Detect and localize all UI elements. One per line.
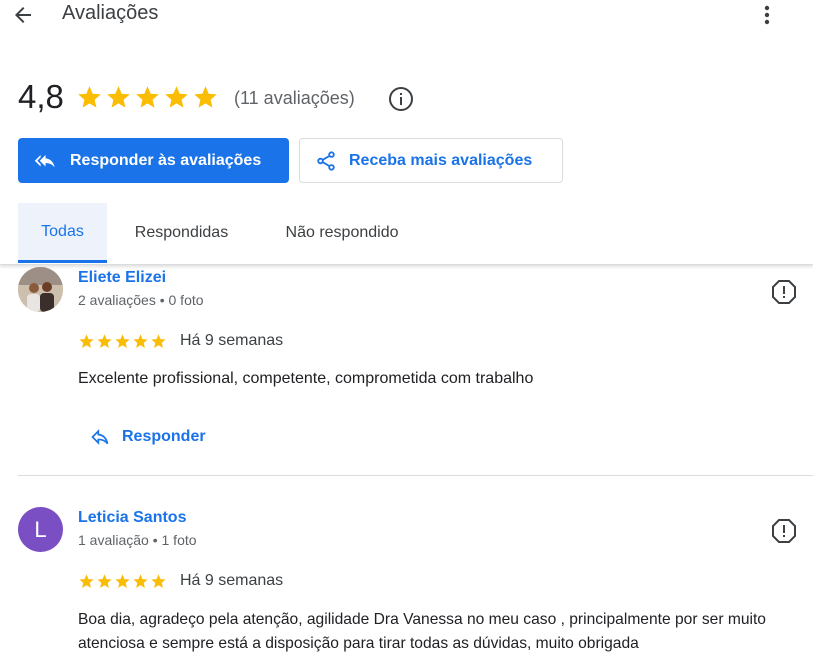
star-icon: [97, 574, 112, 588]
star-icon: [133, 574, 148, 588]
get-more-reviews-label: Receba mais avaliações: [349, 151, 533, 169]
star-icon: [194, 86, 217, 108]
star-icon: [151, 334, 166, 348]
review-card: L Leticia Santos 1 avaliação • 1 foto Há…: [0, 505, 813, 656]
avatar[interactable]: [18, 267, 63, 312]
reviewer-name[interactable]: Leticia Santos: [78, 509, 186, 527]
info-button[interactable]: [388, 86, 414, 112]
rating-stars: [76, 84, 219, 111]
page-title: Avaliações: [62, 2, 159, 24]
star-icon: [115, 334, 130, 348]
reviewer-meta: 2 avaliações • 0 foto: [78, 292, 204, 308]
profile-photo-icon: [18, 267, 63, 312]
info-icon: [389, 87, 413, 111]
tab-todas[interactable]: Todas: [18, 203, 107, 263]
report-button[interactable]: [771, 518, 797, 544]
star-icon: [151, 574, 166, 588]
review-text: Boa dia, agradeço pela atenção, agilidad…: [78, 611, 766, 652]
star-icon: [133, 334, 148, 348]
tab-nao-respondido[interactable]: Não respondido: [264, 203, 420, 263]
more-options-button[interactable]: [752, 0, 782, 30]
average-rating: 4,8: [18, 78, 64, 115]
get-more-reviews-button[interactable]: Receba mais avaliações: [299, 138, 563, 183]
review-card: Eliete Elizei 2 avaliações • 0 foto Há 9…: [0, 265, 813, 475]
star-icon: [97, 334, 112, 348]
avatar-letter: L: [34, 516, 47, 542]
respond-reviews-button[interactable]: Responder às avaliações: [18, 138, 289, 183]
reply-all-icon: [34, 154, 55, 167]
star-icon: [79, 574, 94, 588]
tab-respondidas[interactable]: Respondidas: [119, 203, 244, 263]
more-vert-icon: [764, 5, 770, 25]
review-stars: [78, 573, 167, 590]
review-date: Há 9 semanas: [180, 572, 284, 589]
star-icon: [79, 334, 94, 348]
reply-icon: [91, 429, 109, 445]
review-text: Excelente profissional, competente, comp…: [78, 370, 534, 387]
avatar[interactable]: L: [18, 507, 63, 552]
review-tabs: Todas Respondidas Não respondido: [0, 203, 813, 265]
share-icon: [317, 150, 335, 171]
star-icon: [78, 86, 101, 108]
review-count: (11 avaliações): [234, 88, 355, 108]
reviewer-name[interactable]: Eliete Elizei: [78, 269, 166, 287]
review-stars: [78, 333, 167, 350]
arrow-left-icon: [15, 7, 31, 23]
back-button[interactable]: [8, 0, 38, 30]
star-icon: [165, 86, 188, 108]
respond-reviews-label: Responder às avaliações: [70, 151, 262, 169]
reply-button[interactable]: Responder: [90, 427, 206, 447]
divider: [18, 475, 813, 476]
report-icon: [772, 280, 796, 304]
star-icon: [136, 86, 159, 108]
star-icon: [107, 86, 130, 108]
report-icon: [772, 519, 796, 543]
reviewer-meta: 1 avaliação • 1 foto: [78, 532, 197, 548]
report-button[interactable]: [771, 279, 797, 305]
star-icon: [115, 574, 130, 588]
reply-label: Responder: [122, 428, 206, 445]
review-date: Há 9 semanas: [180, 332, 284, 349]
